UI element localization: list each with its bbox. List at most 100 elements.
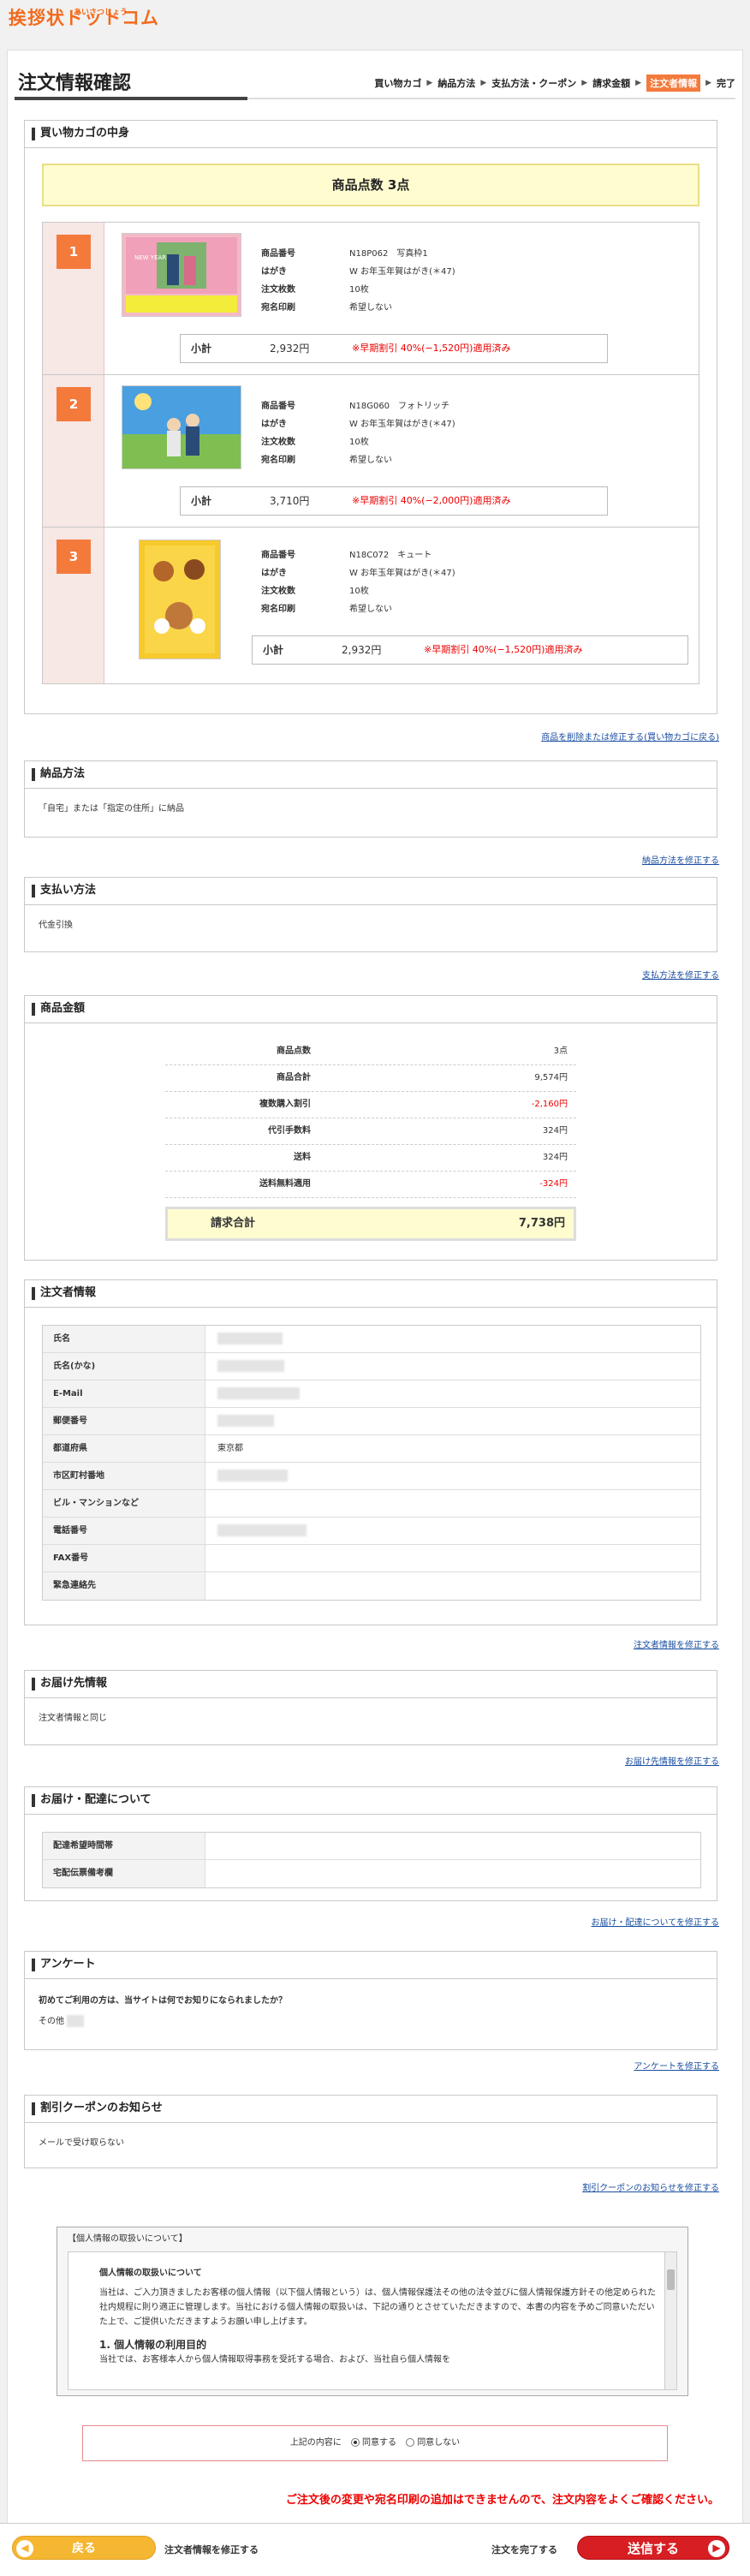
early-discount-note: ※早期割引 40%(−1,520円)適用済み (424, 644, 583, 655)
agree-no-radio[interactable] (406, 2438, 415, 2447)
price-row: 商品点数 3点 (165, 1039, 576, 1065)
price-section-title: 商品金額 (25, 996, 717, 1023)
send-button-label: 送信する (627, 2541, 679, 2556)
privacy-heading: 個人情報の取扱いについて (99, 2269, 202, 2278)
privacy-section-1: 1. 個人情報の利用目的 (99, 2339, 207, 2351)
item-subtotal: 2,932円 (342, 644, 382, 656)
step-orderer-current: 注文者情報 (646, 75, 701, 92)
step-complete: 完了 (717, 78, 735, 89)
edit-delivery-time-link[interactable]: お届け・配達についてを修正する (592, 1915, 720, 1928)
price-row: 商品合計 9,574円 (165, 1065, 576, 1092)
edit-orderer-link[interactable]: 注文者情報を修正する (634, 1637, 719, 1650)
orderer-row: 氏名 (43, 1326, 700, 1353)
item-subtotal: 2,932円 (270, 343, 310, 355)
footer-action-bar: ◀ 戻る 注文者情報を修正する 注文を完了する 送信する ▶ (0, 2523, 750, 2576)
order-quantity: 10枚 (349, 587, 369, 596)
delivery-time-row: 宅配伝票備考欄 (43, 1860, 700, 1887)
edit-delivery-link[interactable]: 納品方法を修正する (642, 853, 719, 866)
scrollbar-thumb[interactable] (667, 2269, 675, 2290)
orderer-row: 郵便番号 (43, 1408, 700, 1435)
edit-survey-link[interactable]: アンケートを修正する (634, 2059, 719, 2072)
product-image (140, 540, 220, 659)
survey-section: アンケート 初めてご利用の方は、当サイトは何でお知りになられましたか？ その他 (24, 1951, 717, 2050)
payment-method-title: 支払い方法 (25, 878, 717, 905)
page-title: 注文情報確認 (18, 73, 132, 94)
postcard-type: W お年玉年賀はがき(＊47) (349, 267, 455, 277)
product-thumbnail[interactable]: NEW YEAR (122, 233, 241, 317)
scrollbar[interactable] (664, 2252, 676, 2389)
agree-yes-label[interactable]: 同意する (362, 2438, 396, 2448)
coupon-section-title: 割引クーポンのお知らせ (25, 2096, 717, 2123)
back-button-label: 戻る (72, 2542, 96, 2555)
back-caption: 注文者情報を修正する (164, 2544, 259, 2555)
orderer-row: 都道府県 東京都 (43, 1435, 700, 1463)
price-row: 送料無料適用 -324円 (165, 1172, 576, 1198)
step-cart: 買い物カゴ (374, 78, 422, 89)
price-row: 複数購入割引 -2,160円 (165, 1092, 576, 1118)
order-quantity: 10枚 (349, 285, 369, 295)
prefecture-value: 東京都 (217, 1444, 243, 1453)
redacted-value (217, 1333, 283, 1345)
shipping-section: お届け先情報 注文者情報と同じ (24, 1670, 717, 1745)
step-arrow-icon: ▶ (581, 79, 588, 87)
agree-yes-radio[interactable] (351, 2438, 360, 2447)
price-row: 送料 324円 (165, 1145, 576, 1172)
product-number: N18G060 (349, 402, 390, 411)
cart-item: 1 NEW YEAR 商品番号 N18P062 写真枠1 はがき W お年玉年賀はが… (43, 223, 699, 375)
item-number-badge: 1 (57, 235, 91, 269)
header-divider (247, 98, 735, 99)
shipping-value: 注文者情報と同じ (39, 1714, 107, 1723)
item-number-badge: 3 (57, 540, 91, 574)
agree-no-label[interactable]: 同意しない (417, 2438, 460, 2448)
edit-cart-link[interactable]: 商品を削除または修正する(買い物カゴに戻る) (541, 730, 719, 742)
edit-coupon-link[interactable]: 割引クーポンのお知らせを修正する (582, 2180, 719, 2193)
coupon-value: メールで受け取らない (39, 2138, 124, 2148)
cart-item: 3 商品番号 N18C072 キュート はがき W お年玉年賀はがき(＊47) 注文… (43, 528, 699, 683)
back-button[interactable]: ◀ 戻る (12, 2536, 156, 2560)
agreement-label: 上記の内容に (289, 2438, 342, 2448)
delivery-method-title: 納品方法 (25, 761, 717, 789)
edit-shipping-link[interactable]: お届け先情報を修正する (625, 1754, 719, 1767)
step-arrow-icon: ▶ (705, 79, 711, 87)
edit-payment-link[interactable]: 支払方法を修正する (642, 968, 719, 981)
step-delivery: 納品方法 (438, 78, 476, 89)
redacted-value (67, 2015, 85, 2027)
product-image: NEW YEAR (122, 234, 241, 316)
delivery-time-table: 配達希望時間帯 宅配伝票備考欄 (42, 1832, 701, 1888)
delivery-time-row: 配達希望時間帯 (43, 1833, 700, 1860)
billing-total-value: 7,738円 (518, 1217, 565, 1230)
orderer-row: 電話番号 (43, 1518, 700, 1545)
confirmation-warning: ご注文後の変更や宛名印刷の追加はできませんので、注文内容をよくご確認ください。 (285, 2494, 719, 2507)
send-caption: 注文を完了する (491, 2544, 557, 2555)
step-amount: 請求金額 (592, 78, 631, 89)
item-count-label: 商品点数 (331, 177, 384, 193)
payment-method-value: 代金引換 (39, 921, 73, 930)
delivery-time-title: お届け・配達について (25, 1787, 717, 1815)
product-thumbnail[interactable] (122, 385, 241, 469)
privacy-policy-header: 【個人情報の取扱いについて】 (68, 2234, 188, 2244)
privacy-policy-box: 【個人情報の取扱いについて】 個人情報の取扱いについて 当社は、ご入力頂きました… (57, 2227, 688, 2396)
address-print: 希望しない (349, 303, 392, 313)
product-name: フォトリッチ (398, 402, 450, 411)
agreement-box: 上記の内容に 同意する 同意しない (82, 2425, 668, 2461)
product-thumbnail[interactable] (139, 540, 221, 659)
shipping-section-title: お届け先情報 (25, 1671, 717, 1698)
order-quantity: 10枚 (349, 438, 369, 447)
send-button[interactable]: 送信する ▶ (577, 2536, 729, 2560)
redacted-value (217, 1360, 284, 1372)
delivery-method-section: 納品方法 「自宅」または「指定の住所」に納品 (24, 760, 717, 838)
item-details: 商品番号 N18C072 キュート はがき W お年玉年賀はがき(＊47) 注文枚数… (261, 551, 455, 614)
product-name: 写真枠1 (396, 249, 428, 259)
postcard-type: W お年玉年賀はがき(＊47) (349, 420, 455, 429)
site-logo[interactable]: 挨拶状ドットコム あいさつじょう (9, 7, 159, 34)
orderer-table: 氏名 氏名(かな) E-Mail 郵便番号 都道府県 東京都 市区町村番地 ビル・… (42, 1325, 701, 1601)
arrow-left-icon: ◀ (16, 2540, 33, 2557)
title-underline (15, 97, 247, 100)
privacy-policy-text[interactable]: 個人情報の取扱いについて 当社は、ご入力頂きましたお客様の個人情報（以下個人情報… (68, 2251, 677, 2390)
item-subtotal-box: 小計 3,710円 ※早期割引 40%(−2,000円)適用済み (180, 486, 608, 516)
cart-section-title: 買い物カゴの中身 (25, 121, 717, 148)
redacted-value (217, 1387, 300, 1399)
price-table: 商品点数 3点 商品合計 9,574円 複数購入割引 -2,160円 代引手数料 324… (165, 1039, 576, 1198)
orderer-row: E-Mail (43, 1380, 700, 1408)
arrow-right-icon: ▶ (708, 2540, 725, 2557)
